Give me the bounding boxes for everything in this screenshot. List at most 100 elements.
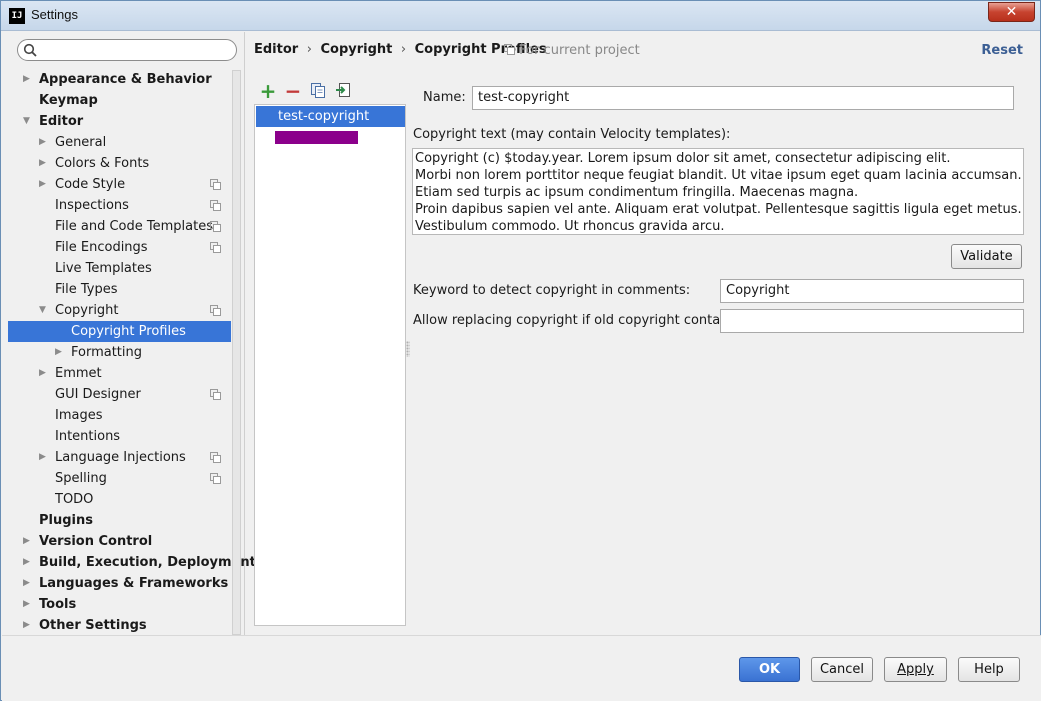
remove-icon[interactable]: − (284, 81, 302, 101)
tree-item-languages-frameworks[interactable]: ▶ Languages & Frameworks (8, 573, 231, 594)
reset-link[interactable]: Reset (981, 43, 1023, 58)
tree-item-editor[interactable]: ▼ Editor (8, 111, 231, 132)
tree-item-copyright[interactable]: ▼ Copyright (8, 300, 231, 321)
project-scope-icon (504, 44, 515, 55)
tree-item-general[interactable]: ▶ General (8, 132, 231, 153)
copyright-text-line: Copyright (c) $today.year. Lorem ipsum d… (415, 151, 951, 166)
project-scope-icon (210, 179, 221, 190)
tree-item-label: Keymap (39, 93, 98, 108)
tree-item-appearance-behavior[interactable]: ▶ Appearance & Behavior (8, 69, 231, 90)
tree-item-spelling[interactable]: Spelling (8, 468, 231, 489)
import-icon[interactable] (334, 82, 352, 100)
apply-button[interactable]: Apply (884, 657, 947, 682)
tree-item-gui-designer[interactable]: GUI Designer (8, 384, 231, 405)
add-icon[interactable]: + (259, 81, 277, 101)
copyright-text-line: Proin dapibus sapien vel ante. Aliquam e… (415, 202, 1022, 217)
tree-item-colors-fonts[interactable]: ▶ Colors & Fonts (8, 153, 231, 174)
help-button[interactable]: Help (958, 657, 1020, 682)
tree-item-plugins[interactable]: Plugins (8, 510, 231, 531)
tree-item-other-settings[interactable]: ▶ Other Settings (8, 615, 231, 636)
tree-item-label: File Encodings (55, 240, 148, 255)
collapsed-arrow-icon[interactable]: ▶ (55, 342, 65, 363)
tree-item-label: Language Injections (55, 450, 186, 465)
tree-item-label: Emmet (55, 366, 102, 381)
copyright-text-line: Morbi non lorem porttitor neque feugiat … (415, 168, 1022, 183)
tree-item-build-execution-deployment[interactable]: ▶ Build, Execution, Deployment (8, 552, 256, 573)
collapsed-arrow-icon[interactable]: ▶ (23, 69, 33, 90)
tree-item-label: Editor (39, 114, 84, 129)
redacted-profile-item[interactable] (275, 131, 358, 144)
tree-item-inspections[interactable]: Inspections (8, 195, 231, 216)
cancel-button[interactable]: Cancel (811, 657, 873, 682)
tree-item-formatting[interactable]: ▶ Formatting (8, 342, 231, 363)
tree-scrollbar[interactable] (232, 70, 241, 635)
title-bar: IJ Settings ✕ (1, 1, 1040, 31)
tree-item-label: Copyright Profiles (71, 324, 186, 339)
copyright-text-line: Etiam sed turpis ac ipsum condimentum fr… (415, 185, 859, 200)
validate-button[interactable]: Validate (951, 244, 1022, 269)
intellij-app-icon: IJ (9, 8, 25, 24)
breadcrumb-editor: Editor (254, 42, 299, 57)
collapsed-arrow-icon[interactable]: ▶ (23, 552, 33, 573)
tree-item-language-injections[interactable]: ▶ Language Injections (8, 447, 231, 468)
copy-icon[interactable] (309, 82, 327, 100)
tree-item-file-encodings[interactable]: File Encodings (8, 237, 231, 258)
tree-item-label: Copyright (55, 303, 119, 318)
collapsed-arrow-icon[interactable]: ▶ (39, 174, 49, 195)
tree-item-label: Languages & Frameworks (39, 576, 229, 591)
close-button[interactable]: ✕ (988, 2, 1035, 22)
allow-replace-field[interactable] (720, 309, 1024, 333)
tree-item-label: File Types (55, 282, 118, 297)
ok-button[interactable]: OK (739, 657, 800, 682)
copyright-text-label: Copyright text (may contain Velocity tem… (413, 127, 731, 142)
tree-item-todo[interactable]: TODO (8, 489, 231, 510)
tree-item-version-control[interactable]: ▶ Version Control (8, 531, 231, 552)
tree-item-emmet[interactable]: ▶ Emmet (8, 363, 231, 384)
search-input[interactable] (40, 42, 230, 58)
keyword-label: Keyword to detect copyright in comments: (413, 283, 691, 298)
keyword-field[interactable]: Copyright (720, 279, 1024, 303)
tree-item-keymap[interactable]: Keymap (8, 90, 231, 111)
copyright-text-area[interactable]: Copyright (c) $today.year. Lorem ipsum d… (412, 148, 1024, 235)
collapsed-arrow-icon[interactable]: ▶ (39, 153, 49, 174)
project-scope-icon (210, 305, 221, 316)
splitter-handle[interactable] (406, 341, 410, 357)
collapsed-arrow-icon[interactable]: ▶ (39, 363, 49, 384)
collapsed-arrow-icon[interactable]: ▶ (23, 573, 33, 594)
tree-item-copyright-profiles[interactable]: Copyright Profiles (8, 321, 231, 342)
collapsed-arrow-icon[interactable]: ▶ (39, 132, 49, 153)
collapsed-arrow-icon[interactable]: ▶ (23, 615, 33, 636)
settings-window: IJ Settings ✕ ▶ Appearance & Behavior Keym… (0, 0, 1041, 701)
project-scope-icon (210, 221, 221, 232)
tree-item-code-style[interactable]: ▶ Code Style (8, 174, 231, 195)
tree-item-label: Version Control (39, 534, 153, 549)
project-scope-icon (210, 389, 221, 400)
collapsed-arrow-icon[interactable]: ▶ (39, 447, 49, 468)
copyright-text-line: Vestibulum commodo. Ut rhoncus gravida a… (415, 219, 725, 234)
tree-item-label: Other Settings (39, 618, 147, 633)
tree-item-label: Code Style (55, 177, 126, 192)
expanded-arrow-icon[interactable]: ▼ (23, 111, 33, 132)
collapsed-arrow-icon[interactable]: ▶ (23, 531, 33, 552)
breadcrumb-copyright: Copyright (320, 42, 393, 57)
tree-item-images[interactable]: Images (8, 405, 231, 426)
collapsed-arrow-icon[interactable]: ▶ (23, 594, 33, 615)
tree-item-label: Plugins (39, 513, 93, 528)
settings-tree: ▶ Appearance & Behavior Keymap ▼ Editor ▶ Gene… (8, 69, 256, 633)
tree-item-intentions[interactable]: Intentions (8, 426, 231, 447)
tree-item-label: TODO (55, 492, 94, 507)
tree-item-file-types[interactable]: File Types (8, 279, 231, 300)
profile-item-test-copyright[interactable]: test-copyright (256, 106, 405, 127)
expanded-arrow-icon[interactable]: ▼ (39, 300, 49, 321)
tree-item-file-and-code-templates[interactable]: File and Code Templates (8, 216, 231, 237)
breadcrumb-separator: › (306, 42, 312, 57)
tree-item-live-templates[interactable]: Live Templates (8, 258, 231, 279)
tree-item-tools[interactable]: ▶ Tools (8, 594, 231, 615)
tree-item-label: Spelling (55, 471, 107, 486)
project-scope-icon (210, 452, 221, 463)
project-scope-icon (210, 473, 221, 484)
scope-note: For current project (504, 43, 640, 58)
name-field[interactable]: test-copyright (472, 86, 1014, 110)
project-scope-icon (210, 200, 221, 211)
settings-search-box[interactable] (17, 39, 237, 61)
